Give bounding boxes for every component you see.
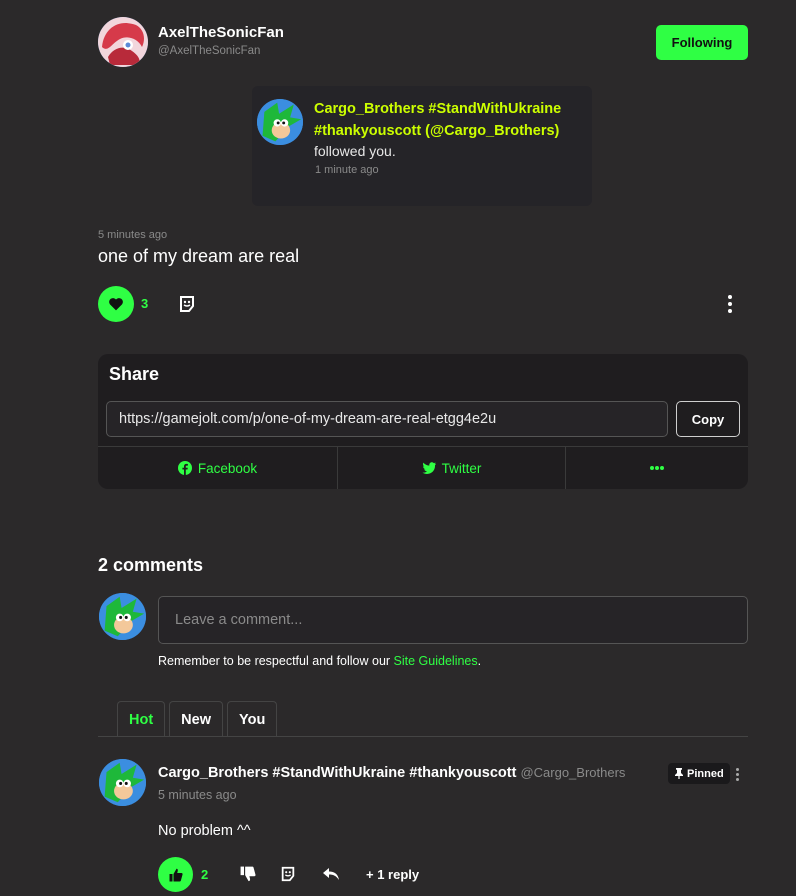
like-button[interactable]	[98, 286, 134, 322]
share-twitter-button[interactable]: Twitter	[338, 447, 566, 489]
post-text: one of my dream are real	[98, 246, 300, 266]
twitter-icon	[422, 462, 436, 474]
comment-sort-tabs: Hot New You	[117, 701, 278, 737]
author-handle[interactable]: @AxelTheSonicFan	[158, 45, 260, 57]
comment-avatar[interactable]	[99, 759, 146, 806]
pin-icon	[675, 768, 683, 779]
guidelines-suffix: .	[477, 654, 482, 668]
like-count: 3	[141, 296, 149, 311]
guidelines-prefix: Remember to be respectful and follow our	[158, 654, 394, 668]
follow-notification: Cargo_Brothers #StandWithUkraine #thanky…	[252, 86, 592, 206]
guidelines-notice: Remember to be respectful and follow our…	[158, 654, 481, 668]
author-name[interactable]: AxelTheSonicFan	[158, 24, 284, 41]
facebook-label: Facebook	[197, 460, 258, 476]
following-button[interactable]: Following	[656, 25, 748, 60]
reply-icon	[323, 868, 339, 880]
comment-username[interactable]: Cargo_Brothers #StandWithUkraine #thanky…	[158, 765, 625, 781]
comment-like-button[interactable]	[158, 857, 193, 892]
twitter-label: Twitter	[441, 460, 482, 476]
comment-input[interactable]	[158, 596, 748, 644]
sticker-button[interactable]	[178, 295, 196, 313]
more-options-button[interactable]	[720, 294, 740, 314]
ellipsis-icon	[650, 466, 664, 470]
heart-icon	[109, 298, 123, 311]
sticker-icon	[180, 296, 194, 312]
comment-more-button[interactable]	[732, 765, 742, 783]
facebook-icon	[177, 461, 192, 475]
comment-sticker-button[interactable]	[280, 866, 296, 882]
share-url-field[interactable]	[106, 401, 668, 437]
view-replies-button[interactable]: + 1 reply	[366, 867, 419, 882]
thumbs-down-icon	[240, 866, 256, 882]
share-more-button[interactable]	[566, 447, 748, 489]
site-guidelines-link[interactable]: Site Guidelines	[394, 654, 478, 668]
comment-reply-button[interactable]	[322, 866, 340, 882]
pinned-label: Pinned	[687, 767, 724, 780]
share-options: Facebook Twitter	[98, 446, 748, 489]
notification-avatar[interactable]	[257, 99, 303, 145]
sticker-icon	[281, 866, 295, 882]
share-facebook-button[interactable]: Facebook	[98, 447, 338, 489]
comment-like-count: 2	[201, 867, 209, 882]
comment-dislike-button[interactable]	[240, 866, 256, 882]
post-timestamp: 5 minutes ago	[98, 229, 168, 241]
comment-text: No problem ^^	[158, 823, 251, 839]
tabs-divider	[98, 736, 748, 737]
comment-timestamp: 5 minutes ago	[158, 788, 237, 802]
share-panel: Share Copy Facebook Twitter	[98, 354, 748, 489]
current-user-avatar[interactable]	[99, 593, 146, 640]
tab-hot[interactable]: Hot	[117, 701, 166, 737]
notification-username[interactable]: Cargo_Brothers #StandWithUkraine #thanky…	[314, 98, 584, 142]
thumbs-up-icon	[169, 868, 183, 881]
copy-button[interactable]: Copy	[676, 401, 740, 437]
comment-display-name[interactable]: Cargo_Brothers #StandWithUkraine #thanky…	[158, 765, 516, 781]
share-title: Share	[109, 364, 160, 384]
comment-handle[interactable]: @Cargo_Brothers	[520, 765, 625, 780]
author-avatar[interactable]	[98, 17, 148, 67]
comments-heading: 2 comments	[98, 555, 204, 575]
tab-new[interactable]: New	[169, 701, 223, 737]
tab-you[interactable]: You	[227, 701, 278, 737]
notification-time: 1 minute ago	[315, 164, 379, 176]
pinned-badge: Pinned	[668, 763, 730, 784]
notification-action: followed you.	[314, 143, 396, 159]
